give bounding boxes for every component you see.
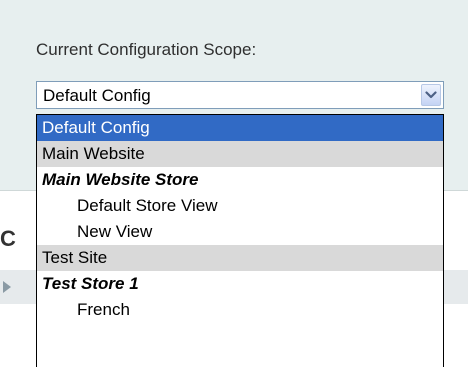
scope-option-default-store-view[interactable]: Default Store View bbox=[37, 193, 443, 219]
scope-option-main-website-store: Main Website Store bbox=[42, 170, 199, 189]
scope-dropdown-list[interactable]: Default Config Main Website Main Website… bbox=[36, 114, 444, 367]
triangle-right-icon[interactable] bbox=[3, 281, 11, 293]
scope-option-french[interactable]: French bbox=[37, 297, 443, 323]
scope-label: Current Configuration Scope: bbox=[36, 40, 257, 59]
scope-option-default-config[interactable]: Default Config bbox=[37, 115, 443, 141]
scope-option-test-site[interactable]: Test Site bbox=[37, 245, 443, 271]
scope-option-test-store-1: Test Store 1 bbox=[42, 274, 139, 293]
scope-select[interactable]: Default Config bbox=[36, 81, 444, 109]
section-heading: C bbox=[0, 226, 16, 251]
scope-option-main-website[interactable]: Main Website bbox=[37, 141, 443, 167]
dropdown-arrow-button[interactable] bbox=[421, 84, 441, 106]
scope-option-new-view[interactable]: New View bbox=[37, 219, 443, 245]
scope-select-value: Default Config bbox=[43, 86, 151, 105]
chevron-down-icon bbox=[425, 91, 437, 99]
